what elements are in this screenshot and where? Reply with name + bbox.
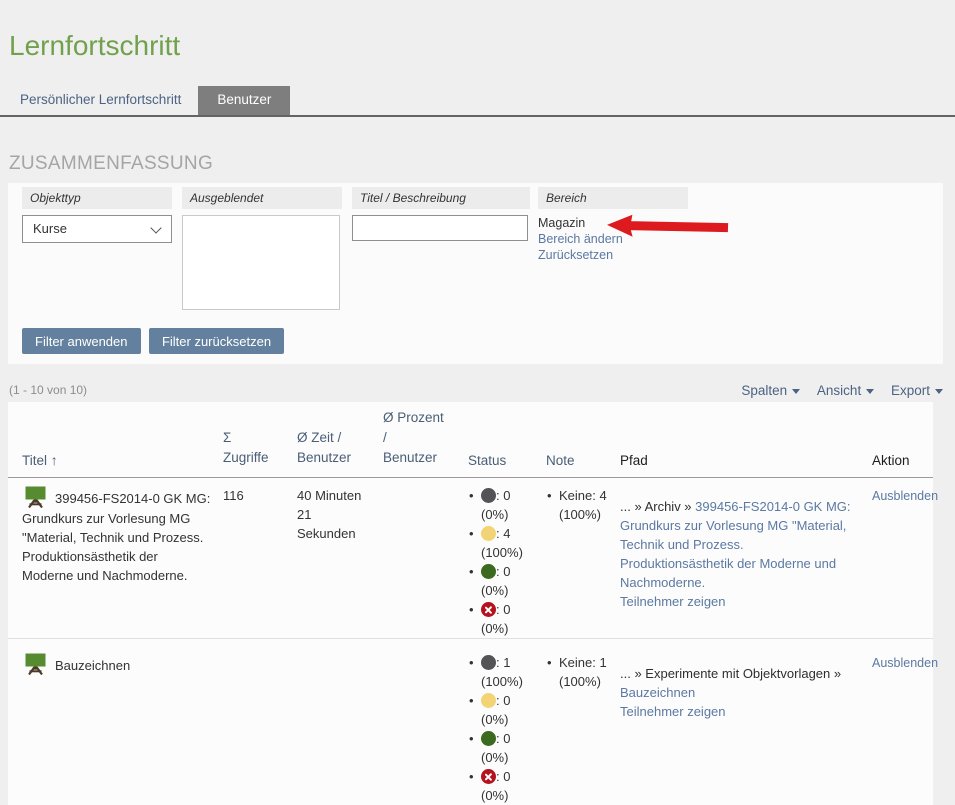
tab-bar: Persönlicher Lernfortschritt Benutzer <box>0 86 955 117</box>
status-item: : 4 (100%) <box>468 524 534 562</box>
export-menu[interactable]: Export <box>891 383 943 398</box>
prozent-cell <box>383 653 468 805</box>
column-header-zeit[interactable]: Ø Zeit / Benutzer <box>297 428 383 468</box>
column-header-pfad: Pfad <box>620 453 872 468</box>
caret-down-icon <box>866 389 874 394</box>
zuruecksetzen-link[interactable]: Zurücksetzen <box>538 247 688 263</box>
sort-ascending-icon: ↑ <box>51 452 58 468</box>
red-arrow-annotation <box>606 212 731 242</box>
column-header-prozent[interactable]: Ø Prozent / Benutzer <box>383 408 468 468</box>
spalten-menu-label: Spalten <box>741 383 787 398</box>
filter-group-titel-beschreibung: Titel / Beschreibung <box>352 187 530 241</box>
status-in-progress-icon <box>481 693 496 708</box>
filter-zuruecksetzen-button[interactable]: Filter zurücksetzen <box>149 328 284 354</box>
filter-panel: Objekttyp Kurse Ausgeblendet Titel / Bes… <box>8 183 943 364</box>
objekttyp-label: Objekttyp <box>22 187 172 209</box>
filter-group-ausgeblendet: Ausgeblendet <box>182 187 342 310</box>
summary-heading: ZUSAMMENFASSUNG <box>9 153 955 175</box>
note-item: Keine: 4 (100%) <box>546 486 608 524</box>
pfad-cell: ... » Archiv » 399456-FS2014-0 GK MG: Gr… <box>620 486 872 638</box>
prozent-cell <box>383 486 468 638</box>
status-item: : 0 (0%) <box>468 691 534 729</box>
column-header-note[interactable]: Note <box>546 453 620 468</box>
caret-down-icon <box>935 389 943 394</box>
status-item: : 1 (100%) <box>468 653 534 691</box>
pfad-prefix: ... » Experimente mit Objektvorlagen » <box>620 666 841 681</box>
table-row: Bauzeichnen : 1 (100%) : 0 (0%) : 0 (0%)… <box>8 639 933 805</box>
pfad-cell: ... » Experimente mit Objektvorlagen » B… <box>620 653 872 805</box>
ausgeblendet-label: Ausgeblendet <box>182 187 342 209</box>
zeit-cell <box>297 653 383 805</box>
note-item: Keine: 1 (100%) <box>546 653 608 691</box>
titel-cell: 399456-FS2014-0 GK MG: Grundkurs zur Vor… <box>22 486 223 638</box>
table-menus: Spalten Ansicht Export <box>728 383 943 398</box>
filter-group-objekttyp: Objekttyp Kurse <box>22 187 172 243</box>
status-cell: : 0 (0%) : 4 (100%) : 0 (0%) : 0 (0%) <box>468 486 546 638</box>
objekttyp-selected-value: Kurse <box>33 221 67 236</box>
status-item: : 0 (0%) <box>468 729 534 767</box>
status-not-attempted-icon <box>481 488 496 503</box>
ansicht-menu-label: Ansicht <box>817 383 861 398</box>
status-item: : 0 (0%) <box>468 600 534 638</box>
column-header-status[interactable]: Status <box>468 453 546 468</box>
status-item: : 0 (0%) <box>468 767 534 805</box>
tab-persoenlicher-lernfortschritt[interactable]: Persönlicher Lernfortschritt <box>20 86 181 115</box>
ausblenden-link[interactable]: Ausblenden <box>872 489 938 503</box>
results-table: Titel ↑ Σ Zugriffe Ø Zeit / Benutzer Ø P… <box>8 402 933 805</box>
bereich-label: Bereich <box>538 187 688 209</box>
status-item: : 0 (0%) <box>468 486 534 524</box>
caret-down-icon <box>792 389 800 394</box>
course-icon <box>22 486 49 509</box>
pfad-course-link[interactable]: Bauzeichnen <box>620 685 695 700</box>
course-icon <box>22 653 49 676</box>
result-range: (1 - 10 von 10) <box>9 383 87 397</box>
ansicht-menu[interactable]: Ansicht <box>817 383 874 398</box>
teilnehmer-zeigen-link[interactable]: Teilnehmer zeigen <box>620 592 860 611</box>
zugriffe-cell <box>223 653 297 805</box>
column-header-zugriffe[interactable]: Σ Zugriffe <box>223 428 297 468</box>
table-toolbar: (1 - 10 von 10) Spalten Ansicht Export <box>0 364 955 402</box>
chevron-down-icon <box>150 222 161 233</box>
table-header-row: Titel ↑ Σ Zugriffe Ø Zeit / Benutzer Ø P… <box>8 402 933 478</box>
ausgeblendet-listbox[interactable] <box>182 215 340 310</box>
status-in-progress-icon <box>481 526 496 541</box>
column-header-titel-label: Titel <box>22 453 47 468</box>
titel-cell: Bauzeichnen <box>22 653 223 805</box>
column-header-titel[interactable]: Titel ↑ <box>22 452 223 468</box>
status-failed-icon <box>481 602 496 617</box>
status-not-attempted-icon <box>481 655 496 670</box>
pfad-prefix: ... » Archiv » <box>620 499 695 514</box>
status-completed-icon <box>481 564 496 579</box>
status-failed-icon <box>481 769 496 784</box>
status-item: : 0 (0%) <box>468 562 534 600</box>
table-row: 399456-FS2014-0 GK MG: Grundkurs zur Vor… <box>8 478 933 639</box>
page-title: Lernfortschritt <box>0 0 955 62</box>
filter-buttons: Filter anwenden Filter zurücksetzen <box>22 328 943 354</box>
objekttyp-select[interactable]: Kurse <box>22 215 172 243</box>
filter-anwenden-button[interactable]: Filter anwenden <box>22 328 141 354</box>
export-menu-label: Export <box>891 383 930 398</box>
titel-beschreibung-input[interactable] <box>352 215 528 241</box>
course-title: 399456-FS2014-0 GK MG: Grundkurs zur Vor… <box>22 491 210 583</box>
ausblenden-link[interactable]: Ausblenden <box>872 656 938 670</box>
teilnehmer-zeigen-link[interactable]: Teilnehmer zeigen <box>620 702 860 721</box>
status-completed-icon <box>481 731 496 746</box>
note-cell: Keine: 1 (100%) <box>546 653 620 805</box>
course-title: Bauzeichnen <box>55 658 130 673</box>
titel-beschreibung-label: Titel / Beschreibung <box>352 187 530 209</box>
aktion-cell: Ausblenden <box>872 653 933 805</box>
zeit-cell: 40 Minuten 21 Sekunden <box>297 486 383 638</box>
aktion-cell: Ausblenden <box>872 486 933 638</box>
note-cell: Keine: 4 (100%) <box>546 486 620 638</box>
column-header-aktion: Aktion <box>872 453 933 468</box>
spalten-menu[interactable]: Spalten <box>741 383 800 398</box>
tab-benutzer[interactable]: Benutzer <box>198 86 290 115</box>
zugriffe-cell: 116 <box>223 486 297 638</box>
status-cell: : 1 (100%) : 0 (0%) : 0 (0%) : 0 (0%) <box>468 653 546 805</box>
